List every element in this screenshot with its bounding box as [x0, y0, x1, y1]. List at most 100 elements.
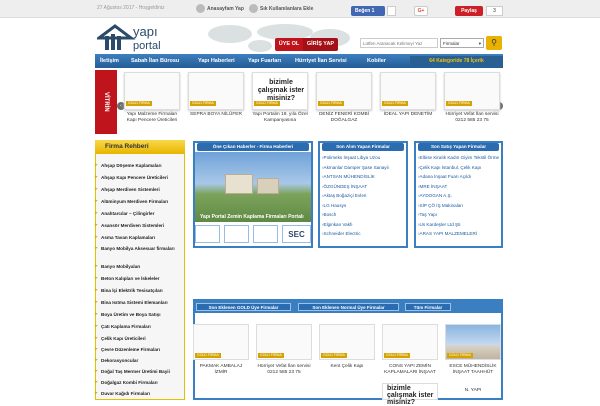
chevron-down-icon: ▾	[478, 41, 481, 46]
sidebar-item[interactable]: Duvar Kağıdı Firmaları	[95, 391, 185, 397]
firma-card[interactable]: GOLD FİRMA Kent Çelik Kapı	[319, 324, 375, 400]
news-thumb[interactable]	[224, 225, 249, 243]
list-item[interactable]: LG Hausys	[322, 201, 406, 211]
search-input[interactable]: Lütfen Aranacak Kelimeyi Yaz	[360, 38, 438, 48]
yapi-portal-logo[interactable]: yapı portal	[97, 22, 185, 52]
date-text: 27 Ağustos 2017 - Hoşgeldiniz	[97, 5, 165, 11]
list-item[interactable]: ÖZGÜNDEŞ İNŞAAT	[322, 182, 406, 192]
vitrin-card-name: İDEAL YAPI DENETİM	[383, 112, 433, 117]
building-shape	[257, 178, 279, 194]
news-caption[interactable]: Yapı Portal Zemin Kaplama Firmaları Port…	[200, 214, 310, 220]
sidebar-item[interactable]: Anahtarcılar – Çilingirler	[95, 211, 185, 217]
sidebar-item[interactable]: Çatı Kaplama Firmaları	[95, 324, 185, 330]
satis-box-title: Son Satış Yapan Firmalar	[418, 143, 499, 151]
nav-item-haberler[interactable]: Yapı Haberleri	[198, 54, 235, 68]
homepage-link[interactable]: Anasayfam Yap	[196, 4, 244, 13]
pinterest-share-button[interactable]: Paylaş	[455, 6, 483, 16]
list-item[interactable]: Aktaş Boğaziçi Evleri	[322, 191, 406, 201]
list-item[interactable]: Bosch	[322, 210, 406, 220]
vitrin-label: VİTRİN	[95, 70, 117, 134]
news-thumb[interactable]	[253, 225, 278, 243]
tab-normal-firmalar[interactable]: Son Eklenen Normal Üye Firmalar	[298, 303, 399, 311]
firma-card-name[interactable]: N. YAPI	[445, 388, 501, 393]
gold-badge: GOLD FİRMA	[254, 101, 280, 106]
sidebar-item[interactable]: Ahşap Döşeme Kaplamaları	[95, 163, 185, 169]
list-item[interactable]: Adana İnşaat Fuarı Açıldı	[418, 172, 500, 182]
list-item[interactable]: Schneider Electric	[322, 229, 406, 239]
sidebar-item[interactable]: Alüminyum Merdiven Firmaları	[95, 199, 185, 205]
nav-item-hurriyet[interactable]: Hürriyet İlan Servisi	[295, 54, 347, 68]
vitrin-card[interactable]: GOLD FİRMA DENİZ FENERİ KOMBİ DOĞALGAZ	[316, 72, 372, 136]
favorites-link[interactable]: Sık Kullanılanlara Ekle	[249, 4, 313, 13]
sidebar-item[interactable]: Ahşap Kapı Pencere Üreticileri	[95, 175, 185, 181]
gold-badge: GOLD FİRMA	[195, 353, 221, 358]
search-button[interactable]: ⚲	[486, 36, 502, 50]
sidebar-item[interactable]: Banyo Mobilyaları	[95, 264, 185, 270]
news-image[interactable]	[195, 152, 311, 222]
ad-text: bizimle çalışmak ister misiniz?	[257, 79, 305, 102]
list-item[interactable]: Us Kardeşler Ltd Şti	[418, 220, 500, 230]
list-item[interactable]: Çelik Kapı İstanbul, Çelik Kapı	[418, 163, 500, 173]
sidebar-item[interactable]: Banyo Mobilya Aksesuar firmaları	[95, 246, 185, 252]
list-item[interactable]: Akmanlar Damper Şase Sanayii	[322, 163, 406, 173]
pinterest-share-count: 3	[486, 6, 503, 16]
vitrin-card-name: DENİZ FENERİ KOMBİ DOĞALGAZ	[318, 112, 370, 123]
nav-item-fuarlar[interactable]: Yapı Fuarları	[248, 54, 281, 68]
facebook-like-button[interactable]: Beğen 1	[351, 6, 385, 16]
firma-card-name: Hürriyet Vefat İlan servisi 0212 585 23 …	[257, 364, 311, 375]
vitrin-card[interactable]: GOLD FİRMA Yapı Malzeme Firmaları Kapı P…	[124, 72, 180, 136]
gold-badge: GOLD FİRMA	[447, 353, 473, 358]
star-icon	[249, 4, 258, 13]
firma-thumb[interactable]: bizimle çalışmak ister misiniz?	[382, 383, 438, 406]
vitrin-card-name: SEPRA BOYA NİLÜFER	[190, 112, 242, 117]
building-shape	[225, 174, 253, 194]
search-category-select[interactable]: Firmalar ▾	[440, 38, 484, 48]
register-button[interactable]: ÜYE OL	[275, 38, 303, 51]
google-plus-button[interactable]: G+	[414, 6, 428, 16]
vitrin-card[interactable]: GOLD FİRMA SEPRA BOYA NİLÜFER	[188, 72, 244, 136]
list-item[interactable]: AYDOGAN A.Ş.	[418, 191, 500, 201]
vitrin-card-name: Hürriyet Vefat İlan servisi 0212 585 23 …	[445, 112, 499, 123]
sidebar-item[interactable]: Bina İçi Elektrik Tesisatçıları	[95, 288, 185, 294]
vitrin-card[interactable]: GOLD FİRMA İDEAL YAPI DENETİM	[380, 72, 436, 136]
sidebar-item[interactable]: Çevre Düzenleme Firmaları	[95, 347, 185, 353]
sidebar-item[interactable]: Çelik Kapı Üreticileri	[95, 336, 185, 342]
firma-card[interactable]: GOLD FİRMA PAKMAK AMBALAJ İZMİR	[193, 324, 249, 400]
svg-text:yapı: yapı	[133, 24, 158, 39]
vitrin-card-name: Yapı Portalın 19. yıla Özel Kampanyasına	[252, 112, 308, 123]
tab-tum-firmalar[interactable]: Tüm Firmalar	[405, 303, 451, 311]
sidebar-item[interactable]: Asma Tavan Kaplamaları	[95, 235, 185, 241]
ad-text: bizimle çalışmak ister misiniz?	[387, 385, 434, 406]
list-item[interactable]: Elginkan Vakfı	[322, 220, 406, 230]
tab-gold-firmalar[interactable]: Son Eklenen GOLD Üye Firmalar	[196, 303, 291, 311]
list-item[interactable]: ANTSAN MÜHENDİSLİK	[322, 172, 406, 182]
news-box-title: Öne Çıkan Haberler - Firma Haberleri	[197, 143, 309, 151]
login-button[interactable]: GİRİŞ YAP	[303, 38, 338, 51]
sidebar-item[interactable]: Doğal Taş Mermer Üretimi Bayii	[95, 369, 185, 375]
list-item[interactable]: MRE İNŞAAT	[418, 182, 500, 192]
facebook-like-count	[387, 6, 396, 16]
firma-card-name: ESCE MÜHENDİSLİK İNŞAAT TAAHHÜT	[449, 364, 497, 375]
list-item[interactable]: Taş Yapı	[418, 210, 500, 220]
sidebar-item[interactable]: Asansör Merdiven Sistemleri	[95, 223, 185, 229]
nav-item-iletisim[interactable]: İletişim	[100, 54, 119, 68]
sidebar-item[interactable]: Boya Üretim ve Boya Satışı	[95, 312, 185, 318]
news-thumb[interactable]: SEC	[282, 225, 311, 243]
list-item[interactable]: ARAS YAPI MALZEMELERİ	[418, 229, 500, 239]
list-item[interactable]: Elbise Kiralık Kadın Giyim Tekstil Örme …	[418, 153, 500, 163]
list-item[interactable]: Polimeks İnşaat Libya Uzou	[322, 153, 406, 163]
sidebar-item[interactable]: Doğalgaz Kombi Firmaları	[95, 380, 185, 386]
firma-card[interactable]: GOLD FİRMA Hürriyet Vefat İlan servisi 0…	[256, 324, 312, 400]
nav-item-kobiler[interactable]: Kobiler	[367, 54, 386, 68]
vitrin-card[interactable]: GOLD FİRMA Hürriyet Vefat İlan servisi 0…	[444, 72, 500, 136]
list-item[interactable]: SİP ÇÖ İŞ Makinaları	[418, 201, 500, 211]
sidebar-item[interactable]: Bina Isıtma Sistemi Elemanları	[95, 300, 185, 306]
vitrin-card[interactable]: bizimle çalışmak ister misiniz? GOLD FİR…	[252, 72, 308, 136]
news-thumb[interactable]	[195, 225, 220, 243]
sidebar-item[interactable]: Beton Kalıpları ve İskeleler	[95, 276, 185, 282]
sidebar-item[interactable]: Dekorasyoncular	[95, 358, 185, 364]
gold-badge: GOLD FİRMA	[190, 101, 216, 106]
sidebar-item[interactable]: Ahşap Merdiven Sistemleri	[95, 187, 185, 193]
alim-box-title: Son Alım Yapan Firmalar	[322, 143, 404, 151]
nav-item-sabah[interactable]: Sabah İlan Bürosu	[131, 54, 179, 68]
